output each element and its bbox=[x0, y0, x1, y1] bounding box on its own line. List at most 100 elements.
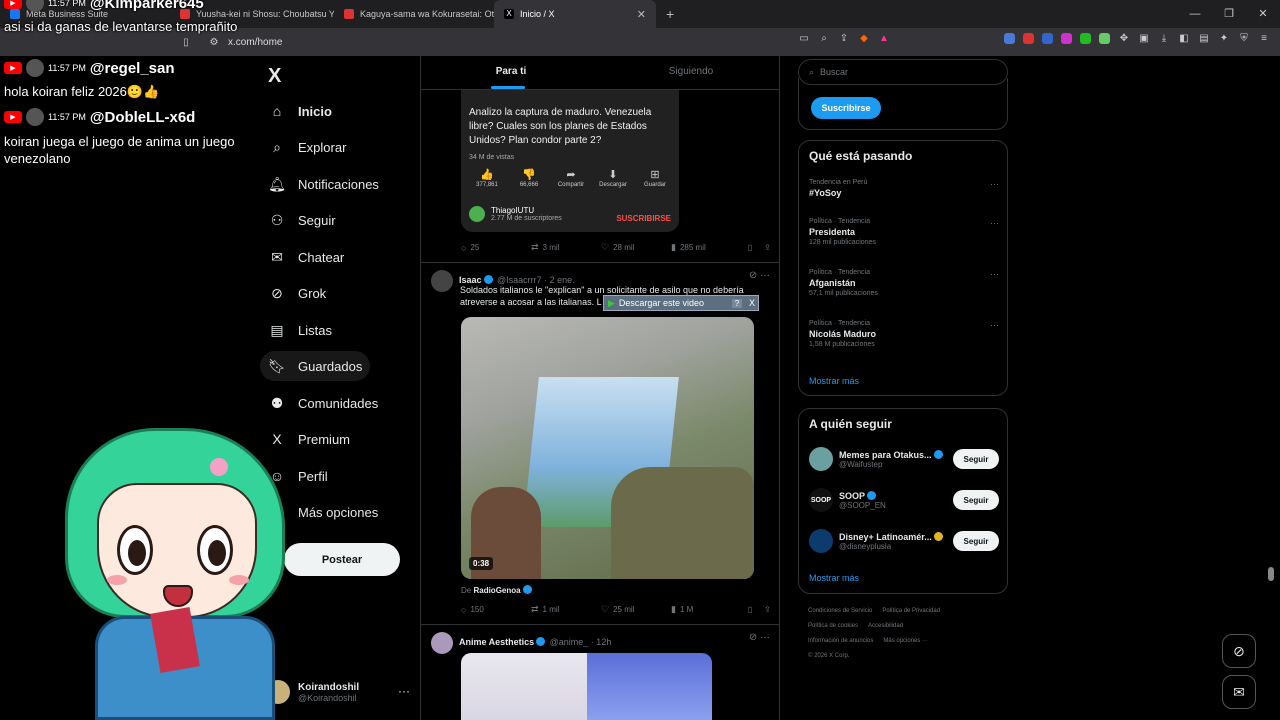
youtube-channel[interactable]: ThiagoIUTU 2.77 M de suscriptores bbox=[469, 206, 562, 222]
trend-item[interactable]: Política · Tendencia Presidenta 128 mil … bbox=[809, 218, 999, 246]
avatar[interactable] bbox=[431, 632, 453, 654]
leo-icon[interactable]: ✦ bbox=[1218, 32, 1230, 44]
download-video-bar[interactable]: ▶ Descargar este video ? X bbox=[603, 295, 759, 311]
extension-icon[interactable] bbox=[1099, 32, 1110, 44]
more-icon[interactable]: ··· bbox=[990, 320, 999, 330]
tweet-image[interactable] bbox=[586, 653, 712, 720]
follow-suggestion[interactable]: Disney+ Latinoamér... @disneyplusla Segu… bbox=[809, 528, 999, 554]
like-button[interactable]: ♡ 25 mil bbox=[601, 604, 671, 615]
nav-item-guardados[interactable]: 🔖︎ Guardados bbox=[260, 351, 371, 381]
like-button[interactable]: ♡ 28 mil bbox=[601, 242, 671, 253]
grok-fab-button[interactable]: ⊘ bbox=[1222, 634, 1256, 668]
bookmark-icon[interactable]: ▯ bbox=[748, 605, 752, 614]
download-button[interactable]: ⬇ Descargar bbox=[595, 168, 631, 188]
menu-icon[interactable]: ≡ bbox=[1258, 32, 1270, 44]
youtube-embed-card[interactable]: Analizo la captura de maduro. Venezuela … bbox=[461, 90, 679, 232]
download-icon[interactable]: ⤓ bbox=[1158, 32, 1170, 44]
save-button[interactable]: ⊞ Guardar bbox=[637, 168, 673, 188]
follow-button[interactable]: Seguir bbox=[953, 490, 999, 510]
sidebar-icon[interactable]: ▣ bbox=[1138, 32, 1150, 44]
tweet-images[interactable] bbox=[461, 653, 712, 720]
like-button[interactable]: 👍 377,861 bbox=[469, 168, 505, 188]
tab-para-ti[interactable]: Para ti bbox=[421, 56, 601, 89]
rewards-icon[interactable]: ▲ bbox=[878, 32, 890, 44]
maximize-icon[interactable]: ❐ bbox=[1212, 0, 1246, 28]
cast-icon[interactable]: ▭ bbox=[798, 32, 810, 44]
tweet-image[interactable] bbox=[461, 653, 587, 720]
tweet-author-name[interactable]: Anime Aesthetics bbox=[459, 637, 534, 647]
tab-kaguya-sama[interactable]: Kaguya-sama wa Kokurasetai: Otona bbox=[334, 0, 494, 28]
repost-button[interactable]: ⇄ 3 mil bbox=[531, 242, 601, 253]
footer-link[interactable]: Política de cookies bbox=[808, 623, 858, 629]
nav-item-grok[interactable]: ⊘ Grok bbox=[260, 278, 334, 308]
close-tab-icon[interactable]: ✕ bbox=[637, 8, 646, 21]
subscribe-button[interactable]: Suscribirse bbox=[811, 97, 881, 119]
share-icon[interactable]: ⇪ bbox=[764, 243, 771, 252]
more-icon[interactable]: ⊘ ··· bbox=[749, 270, 770, 281]
views-button[interactable]: ▮ 1 M bbox=[671, 604, 741, 615]
dislike-button[interactable]: 👎 66,666 bbox=[511, 168, 547, 188]
zoom-icon[interactable]: ⌕ bbox=[818, 32, 830, 44]
wallet-icon[interactable]: ▤ bbox=[1198, 32, 1210, 44]
tab-siguiendo[interactable]: Siguiendo bbox=[601, 56, 779, 89]
share-button[interactable]: ➦ Compartir bbox=[553, 168, 589, 188]
close-icon[interactable]: X bbox=[746, 298, 758, 308]
share-icon[interactable]: ⇪ bbox=[838, 32, 850, 44]
footer-link[interactable]: Información de anuncios bbox=[808, 638, 873, 644]
show-more-link[interactable]: Mostrar más bbox=[809, 376, 859, 386]
nav-item-notificaciones[interactable]: 🔔︎ Notificaciones bbox=[260, 169, 387, 199]
more-icon[interactable]: ··· bbox=[990, 269, 999, 279]
more-icon[interactable]: ··· bbox=[990, 179, 999, 189]
scrollbar[interactable] bbox=[1268, 567, 1274, 581]
puzzle-icon[interactable]: ✥ bbox=[1118, 32, 1130, 44]
footer-link[interactable]: Más opciones ··· bbox=[883, 638, 928, 644]
nav-item-explorar[interactable]: ⌕ Explorar bbox=[260, 132, 354, 162]
repost-button[interactable]: ⇄ 1 mil bbox=[531, 604, 601, 615]
x-logo-icon[interactable]: X bbox=[268, 65, 281, 88]
close-window-icon[interactable]: ✕ bbox=[1246, 0, 1280, 28]
new-tab-button[interactable]: + bbox=[666, 6, 674, 22]
messages-fab-button[interactable]: ✉ bbox=[1222, 675, 1256, 709]
views-button[interactable]: ▮ 285 mil bbox=[671, 242, 741, 253]
show-more-link[interactable]: Mostrar más bbox=[809, 573, 859, 583]
footer-link[interactable]: Accesibilidad bbox=[868, 623, 903, 629]
nav-item-chatear[interactable]: ✉ Chatear bbox=[260, 242, 352, 272]
avatar[interactable] bbox=[431, 270, 453, 292]
trend-item[interactable]: Política · Tendencia Nicolás Maduro 1,58… bbox=[809, 320, 999, 348]
share-icon[interactable]: ⇪ bbox=[764, 605, 771, 614]
follow-suggestion[interactable]: SOOP SOOP @SOOP_EN Seguir bbox=[809, 487, 999, 513]
video-source[interactable]: De RadioGenoa bbox=[461, 585, 532, 595]
extension-icon[interactable] bbox=[1042, 32, 1053, 44]
nav-item-comunidades[interactable]: ⚉ Comunidades bbox=[260, 388, 386, 418]
reading-list-icon[interactable]: ◧ bbox=[1178, 32, 1190, 44]
help-icon[interactable]: ? bbox=[732, 298, 742, 308]
nav-item-listas[interactable]: ▤ Listas bbox=[260, 315, 340, 345]
follow-button[interactable]: Seguir bbox=[953, 531, 999, 551]
vpn-icon[interactable]: ⛨ bbox=[1238, 32, 1250, 44]
follow-suggestion[interactable]: Memes para Otakus... @Waifustep Seguir bbox=[809, 446, 999, 472]
translate-extension-icon[interactable] bbox=[1004, 32, 1015, 44]
chat-message-header: ▶ 11:57 PM @regel_san bbox=[4, 59, 175, 77]
more-icon[interactable]: ··· bbox=[990, 218, 999, 228]
follow-button[interactable]: Seguir bbox=[953, 449, 999, 469]
url-field[interactable]: ⚙ x.com/home bbox=[200, 32, 780, 52]
extension-icon[interactable] bbox=[1080, 32, 1091, 44]
tweet-video[interactable]: 0:38 bbox=[461, 317, 754, 579]
extension-icon[interactable] bbox=[1061, 32, 1072, 44]
youtube-subscribe-button[interactable]: SUSCRIBIRSE bbox=[616, 214, 671, 223]
reply-button[interactable]: ○ 25 bbox=[461, 243, 531, 253]
more-icon[interactable]: ⊘ ··· bbox=[749, 632, 770, 643]
trend-item[interactable]: Tendencia en Perú #YoSoy ··· bbox=[809, 179, 999, 198]
trend-item[interactable]: Política · Tendencia Afganistán 57,1 mil… bbox=[809, 269, 999, 297]
tab-inicio-x[interactable]: X Inicio / X ✕ bbox=[494, 0, 656, 28]
bookmark-icon[interactable]: ▯ bbox=[748, 243, 752, 252]
nav-item-seguir[interactable]: ⚇ Seguir bbox=[260, 205, 344, 235]
search-input[interactable]: ⌕ Buscar bbox=[798, 59, 1008, 85]
reply-button[interactable]: ○ 150 bbox=[461, 605, 531, 615]
minimize-icon[interactable]: — bbox=[1178, 0, 1212, 28]
extension-icon[interactable] bbox=[1023, 32, 1034, 44]
footer-link[interactable]: Condiciones de Servicio bbox=[808, 608, 872, 614]
nav-item-inicio[interactable]: ⌂ Inicio bbox=[260, 96, 340, 126]
brave-shield-icon[interactable]: ◆ bbox=[858, 32, 870, 44]
footer-link[interactable]: Política de Privacidad bbox=[882, 608, 940, 614]
